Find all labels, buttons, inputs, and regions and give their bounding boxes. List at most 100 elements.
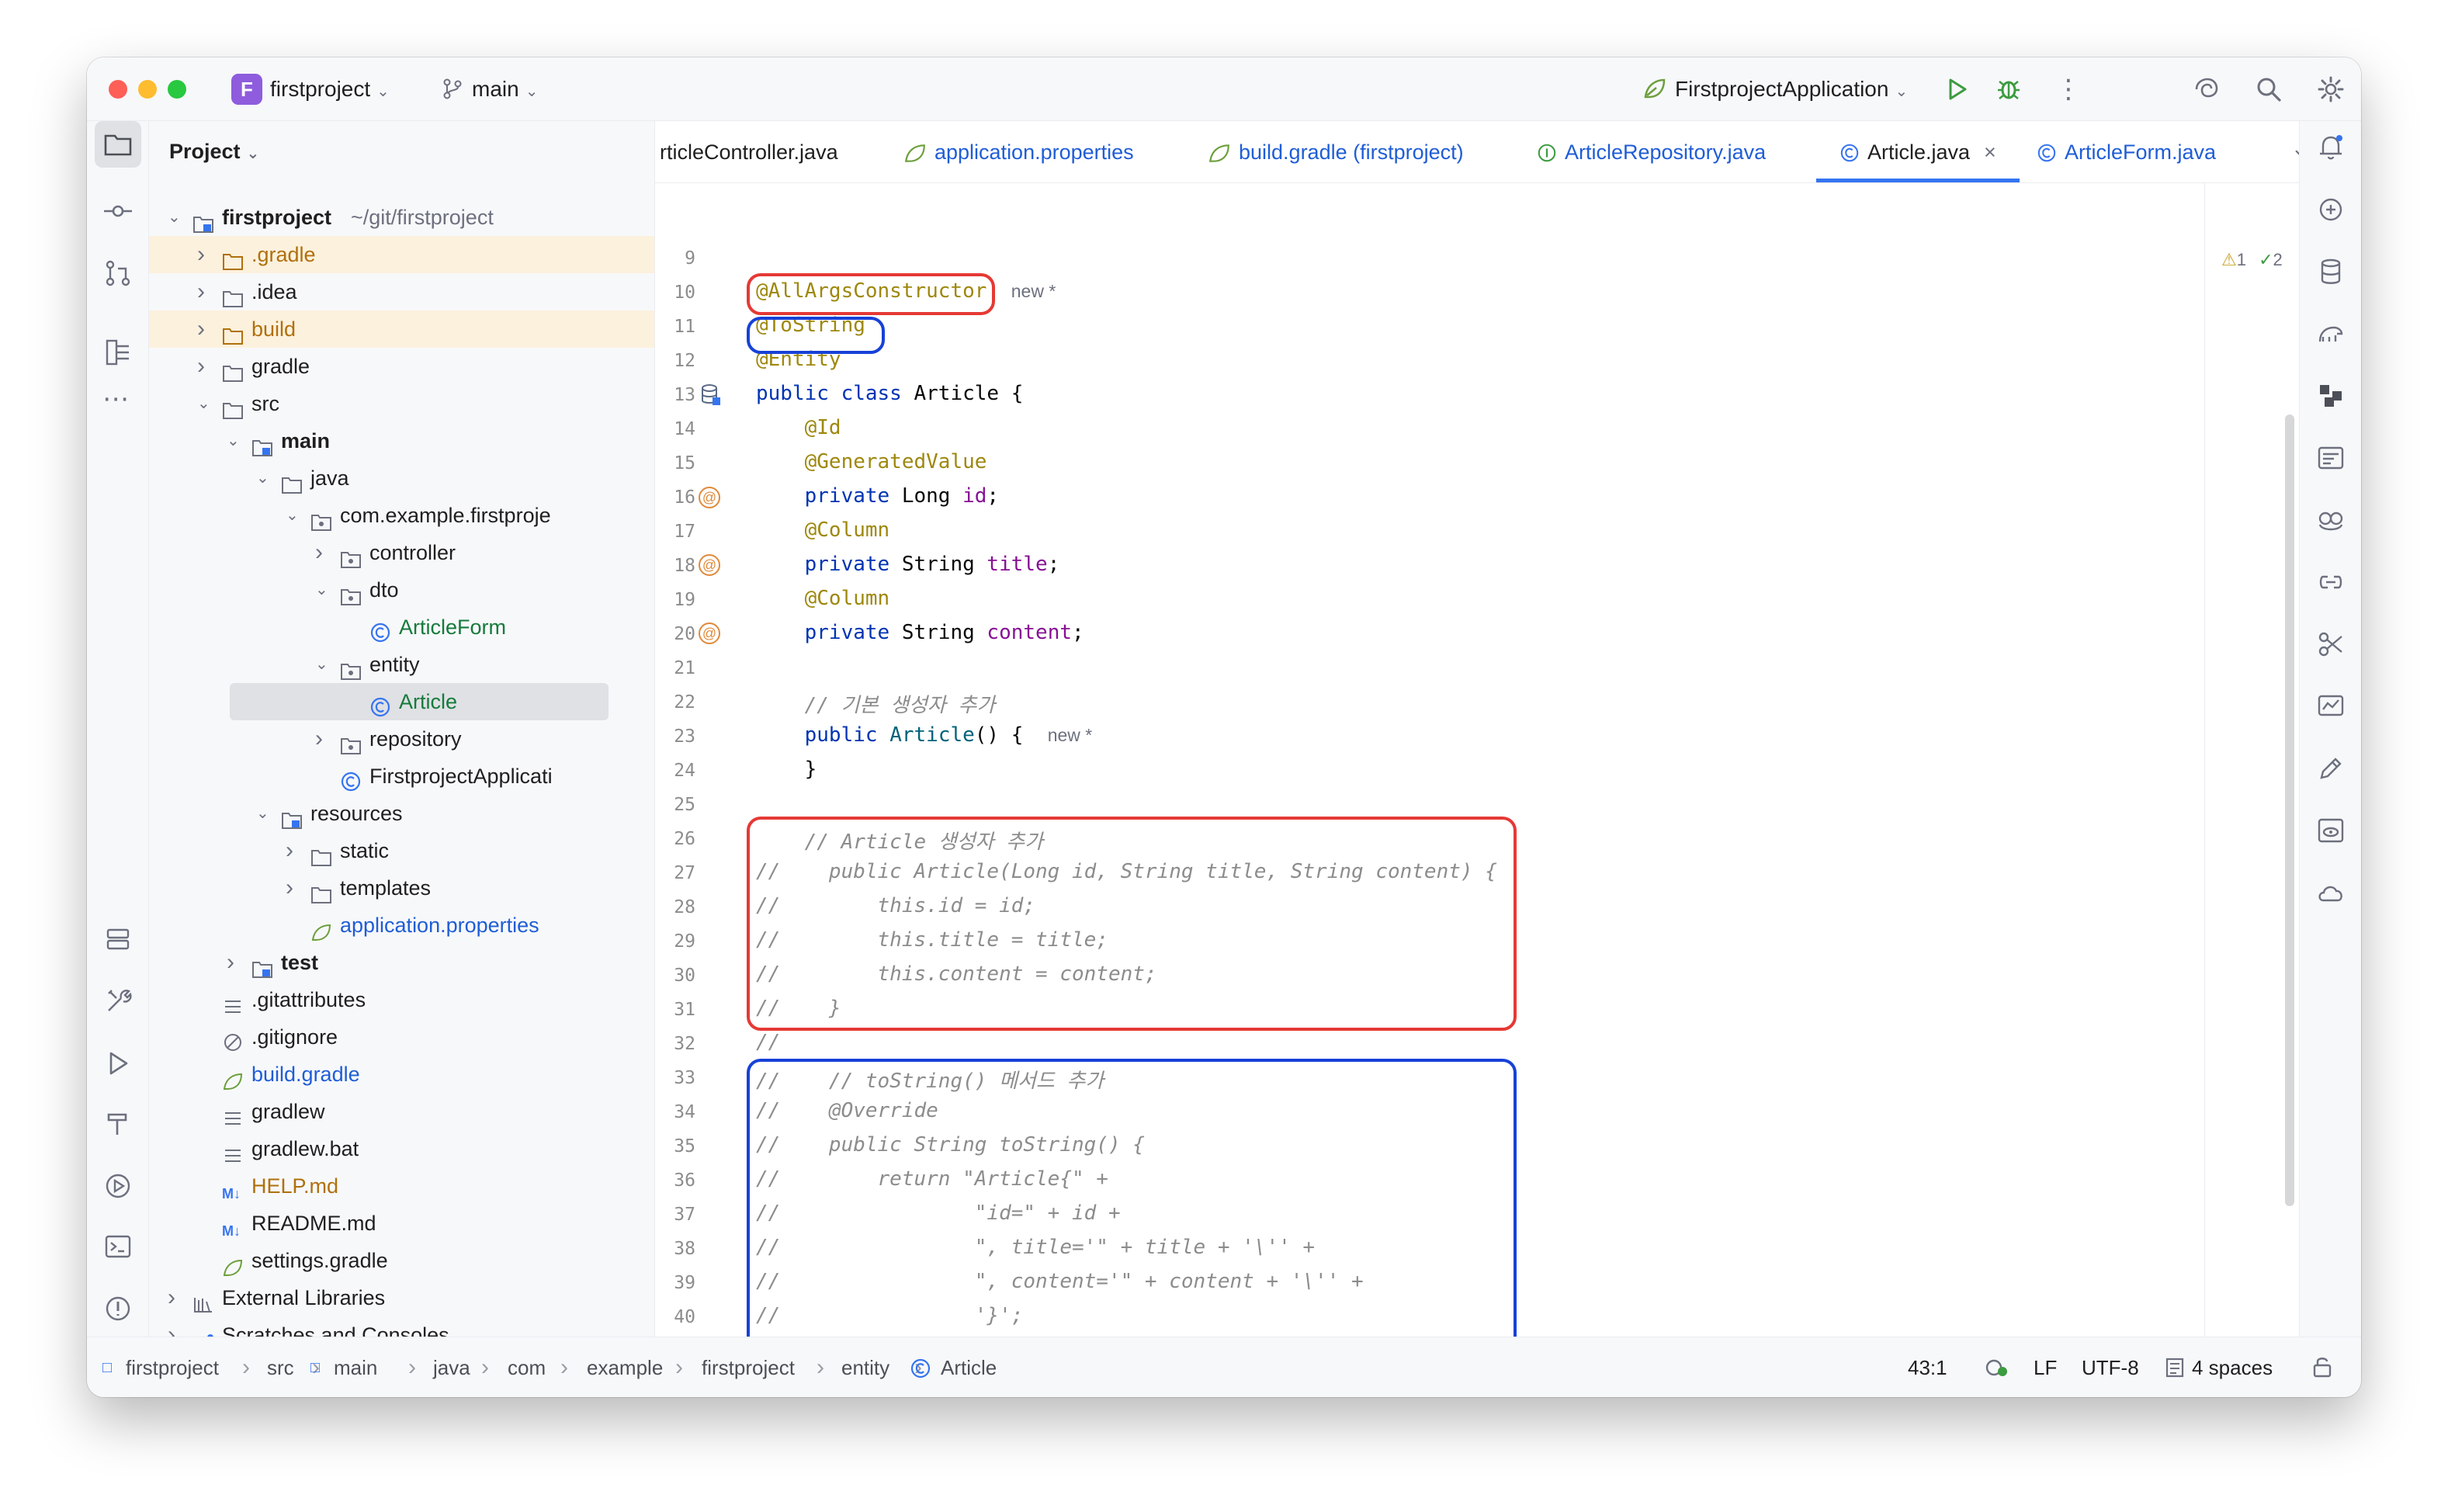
tree-item[interactable]: M↓ HELP.md (149, 1167, 654, 1205)
chevron-right-icon[interactable]: › (315, 720, 334, 758)
services-icon[interactable] (102, 924, 133, 955)
tree-item[interactable]: settings.gradle (149, 1242, 654, 1279)
editor-tab[interactable]: ArticleForm.java (2037, 121, 2216, 182)
file-encoding[interactable]: UTF-8 (2082, 1337, 2139, 1397)
cloud-icon[interactable] (2315, 877, 2346, 908)
tree-item[interactable]: › static (149, 832, 654, 869)
breadcrumb-item[interactable]: com (508, 1337, 546, 1397)
tree-item[interactable]: .gitattributes (149, 981, 654, 1018)
tree-item[interactable]: FirstprojectApplicati (149, 758, 654, 795)
edit-pen-icon[interactable] (2315, 753, 2346, 784)
chevron-right-icon[interactable]: › (197, 236, 216, 273)
chevron-down-icon[interactable]: ⌄ (197, 385, 216, 422)
tree-item[interactable]: ⌄ com.example.firstproje (149, 497, 654, 534)
editor-tab[interactable]: rticleController.java (660, 121, 838, 182)
chevron-right-icon[interactable]: › (197, 273, 216, 310)
chevron-down-icon[interactable]: ⌄ (286, 497, 304, 534)
tree-item[interactable]: build.gradle (149, 1056, 654, 1093)
more-actions-icon[interactable]: ⋮ (2055, 70, 2082, 109)
tree-item[interactable]: ⌄ entity (149, 646, 654, 683)
project-panel-header[interactable]: Project ⌄ (169, 140, 259, 164)
chevron-right-icon[interactable]: › (197, 348, 216, 385)
breadcrumb-item[interactable]: java (433, 1337, 470, 1397)
hammer-build-icon[interactable] (102, 1108, 133, 1139)
preview-icon[interactable] (2315, 815, 2346, 846)
settings-gear-icon[interactable] (2316, 75, 2346, 104)
breadcrumb-item[interactable]: firstproject (702, 1337, 795, 1397)
project-switcher[interactable]: firstproject ⌄ (270, 77, 390, 102)
close-tab-icon[interactable]: × (1984, 140, 1996, 164)
chevron-right-icon[interactable]: › (286, 869, 304, 907)
gradle-elephant-icon[interactable] (2315, 318, 2346, 349)
terminal-icon[interactable] (102, 1231, 133, 1262)
branch-switcher[interactable]: main ⌄ (441, 77, 538, 102)
tree-item[interactable]: ⌄ main (149, 422, 654, 459)
structure-icon[interactable] (102, 337, 133, 368)
chevron-down-icon[interactable]: ⌄ (256, 459, 275, 497)
breadcrumb-item[interactable]: firstproject (126, 1337, 219, 1397)
tree-item[interactable]: › Scratches and Consoles (149, 1316, 654, 1337)
chevron-right-icon[interactable]: › (168, 1316, 186, 1337)
editor-scrollbar[interactable] (2285, 414, 2294, 1206)
tree-item[interactable]: › build (149, 310, 654, 348)
tree-item[interactable]: gradlew.bat (149, 1130, 654, 1167)
tree-item[interactable]: application.properties (149, 907, 654, 944)
tree-item[interactable]: M↓ README.md (149, 1205, 654, 1242)
scissors-icon[interactable] (2315, 629, 2346, 660)
editor-tab[interactable]: application.properties (903, 121, 1134, 182)
tree-item[interactable]: › repository (149, 720, 654, 758)
project-badge[interactable]: F (231, 74, 262, 105)
close-window-button[interactable] (109, 80, 127, 99)
code-editor[interactable]: 9 10 11 12 13 14 15 16 17 18 19 20 21 22 23 24 25 26 27 28 2… (655, 183, 2361, 1337)
editor-tab[interactable]: ArticleRepository.java (1537, 121, 1766, 182)
chevron-right-icon[interactable]: › (286, 832, 304, 869)
tree-item[interactable]: › controller (149, 534, 654, 571)
breadcrumb-item[interactable]: src (267, 1337, 294, 1397)
caret-position[interactable]: 43:1 (1908, 1337, 1947, 1397)
database-entity-icon[interactable] (700, 383, 722, 407)
notifications-bell-icon[interactable] (2315, 132, 2346, 163)
debug-tool-icon[interactable] (102, 1170, 133, 1202)
column-annotation-gutter-icon[interactable]: @ (699, 554, 720, 576)
code-with-me-icon[interactable] (1984, 1354, 2010, 1381)
run-tool-icon[interactable] (102, 1048, 133, 1079)
commit-icon[interactable] (102, 196, 133, 227)
problems-icon[interactable] (102, 1293, 133, 1324)
chevron-down-icon[interactable]: ⌄ (315, 571, 334, 609)
minimize-window-button[interactable] (138, 80, 157, 99)
chevron-down-icon[interactable]: ⌄ (227, 422, 245, 459)
chevron-right-icon[interactable]: › (168, 1279, 186, 1316)
run-icon[interactable] (1943, 76, 1970, 102)
breadcrumb-item[interactable]: main (334, 1337, 377, 1397)
more-tools-icon[interactable]: ⋯ (102, 383, 129, 414)
tree-item[interactable]: › test (149, 944, 654, 981)
rest-client-icon[interactable] (2315, 442, 2346, 473)
tree-item[interactable]: .gitignore (149, 1018, 654, 1056)
column-annotation-gutter-icon[interactable]: @ (699, 622, 720, 644)
chevron-down-icon[interactable]: ⌄ (315, 646, 334, 683)
id-annotation-gutter-icon[interactable]: @ (699, 487, 720, 508)
project-tool-button[interactable] (95, 121, 141, 168)
tree-item[interactable]: › gradle (149, 348, 654, 385)
indent-setting[interactable]: 4 spaces (2192, 1337, 2273, 1397)
chevron-down-icon[interactable]: ⌄ (168, 199, 186, 236)
tree-item[interactable]: › templates (149, 869, 654, 907)
tree-item[interactable]: ⌄ java (149, 459, 654, 497)
tree-item[interactable]: › .gradle (149, 236, 654, 273)
tree-item[interactable]: ArticleForm (149, 609, 654, 646)
tree-item[interactable]: Article (230, 683, 609, 720)
editor-tab[interactable]: build.gradle (firstproject) (1208, 121, 1464, 182)
lock-icon[interactable] (2310, 1354, 2335, 1379)
tree-item[interactable]: › .idea (149, 273, 654, 310)
database-icon[interactable] (2315, 256, 2346, 287)
tree-item[interactable]: gradlew (149, 1093, 654, 1130)
tree-item[interactable]: › External Libraries (149, 1279, 654, 1316)
ai-assistant-icon[interactable] (2192, 75, 2221, 104)
pull-requests-icon[interactable] (102, 258, 133, 289)
chevron-right-icon[interactable]: › (197, 310, 216, 348)
run-config-selector[interactable]: FirstprojectApplication ⌄ (1642, 77, 1908, 102)
breadcrumb-item[interactable]: entity (841, 1337, 889, 1397)
zoom-window-button[interactable] (168, 80, 186, 99)
build-tools-icon[interactable] (102, 986, 133, 1017)
line-separator[interactable]: LF (2034, 1337, 2057, 1397)
